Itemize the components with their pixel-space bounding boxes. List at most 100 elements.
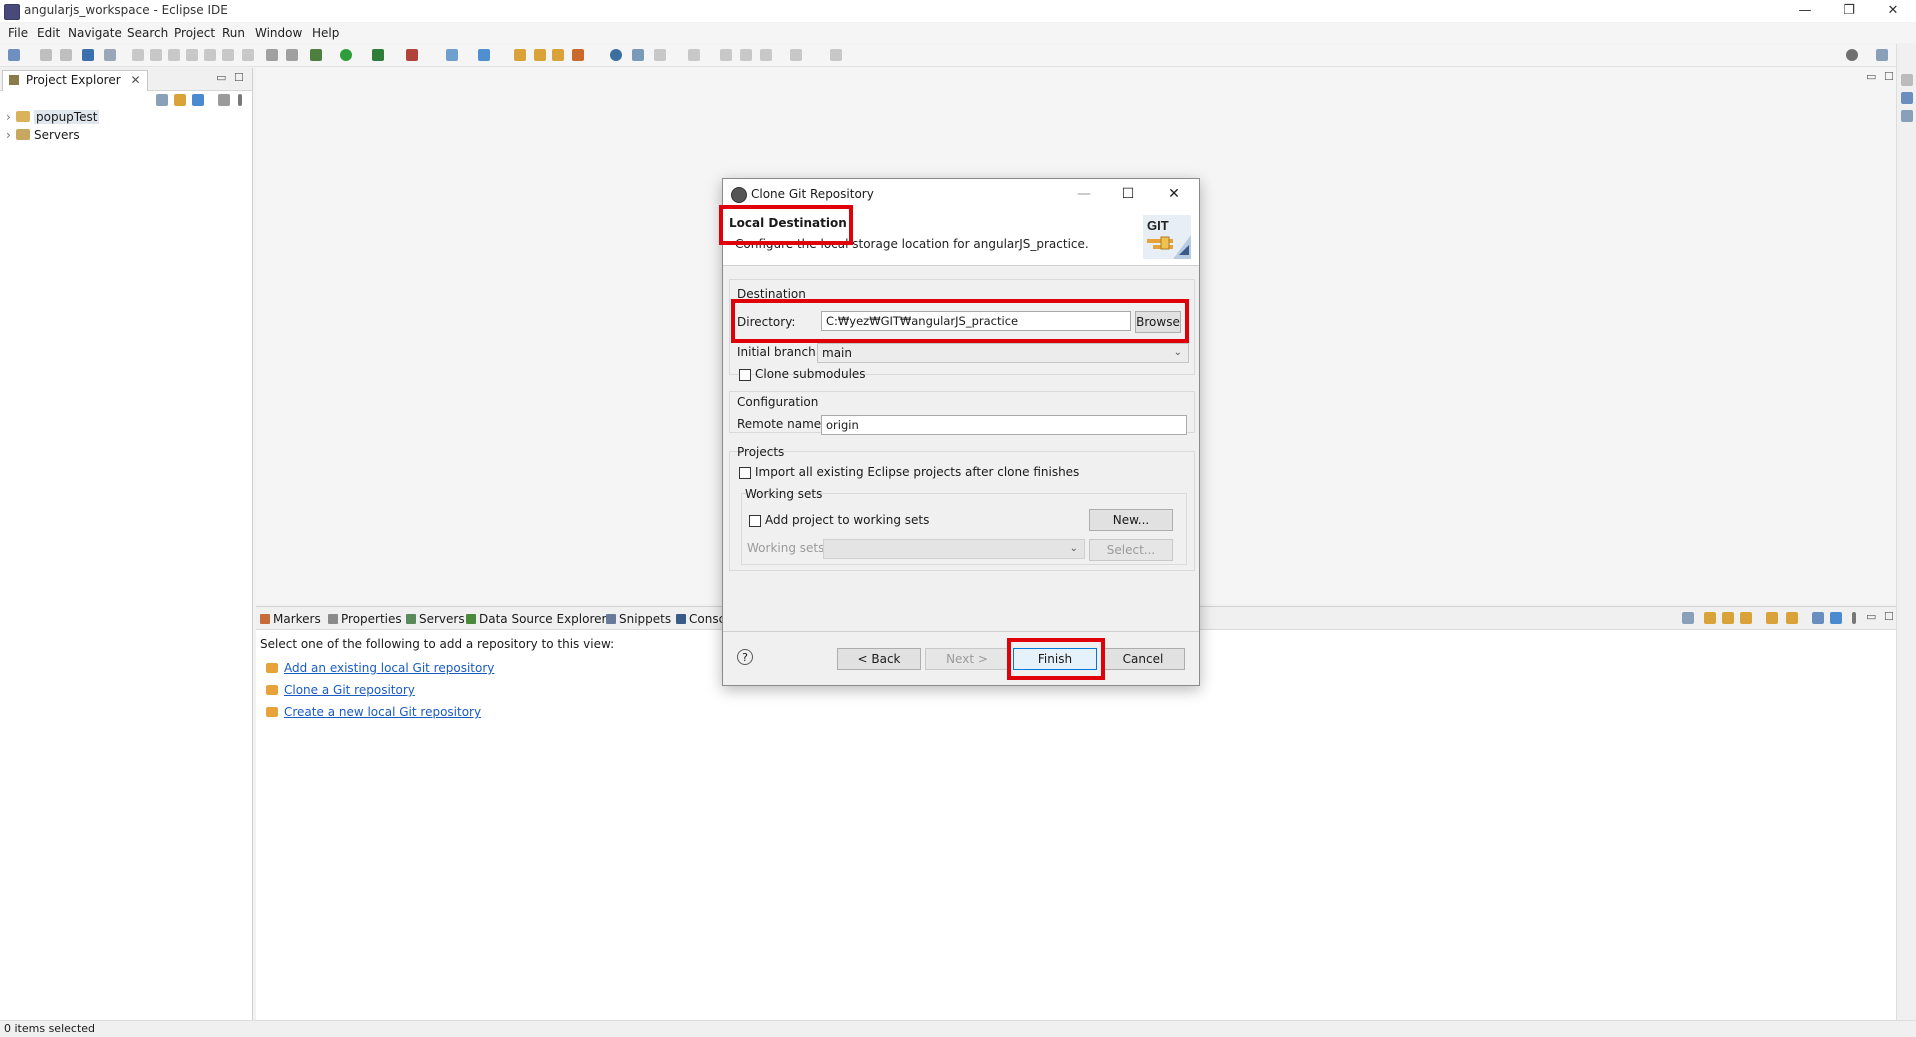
open-folder-icon[interactable] (552, 49, 564, 61)
save-all-icon[interactable] (60, 49, 72, 61)
step-return-icon[interactable] (242, 49, 254, 61)
forward-nav-icon[interactable] (760, 49, 772, 61)
menu-window[interactable]: Window (255, 26, 302, 40)
menu-edit[interactable]: Edit (37, 26, 60, 40)
save-icon[interactable] (40, 49, 52, 61)
suspend-icon[interactable] (150, 49, 162, 61)
menu-file[interactable]: File (8, 26, 28, 40)
coverage-icon[interactable] (266, 49, 278, 61)
terminal-icon[interactable] (82, 49, 94, 61)
hierarchy-icon[interactable] (1812, 612, 1824, 624)
restore-button[interactable]: ❐ (1826, 0, 1872, 22)
search-icon[interactable] (1846, 49, 1858, 61)
collapse-all-icon[interactable] (1682, 612, 1694, 624)
last-edit-icon[interactable] (720, 49, 732, 61)
maximize-editor-icon[interactable]: ☐ (1884, 70, 1894, 83)
tab-data-source-explorer[interactable]: Data Source Explorer (466, 610, 606, 628)
collapse-all-icon[interactable] (156, 94, 168, 106)
globe-icon[interactable] (610, 49, 622, 61)
clone-repo-link[interactable]: Clone a Git repository (266, 683, 415, 697)
refresh-icon[interactable] (1766, 612, 1778, 624)
external-tools-icon[interactable] (406, 49, 418, 61)
menu-project[interactable]: Project (174, 26, 215, 40)
disconnect-icon[interactable] (186, 49, 198, 61)
trim-icon[interactable] (1901, 92, 1913, 104)
resume-icon[interactable] (132, 49, 144, 61)
remote-name-input[interactable]: origin (821, 415, 1187, 435)
menu-help[interactable]: Help (312, 26, 339, 40)
new-working-set-button[interactable]: New... (1089, 509, 1173, 531)
menu-search[interactable]: Search (127, 26, 168, 40)
run-icon[interactable] (340, 49, 352, 61)
dialog-maximize-button[interactable]: ☐ (1113, 183, 1143, 205)
project-explorer-tab[interactable]: Project Explorer ✕ (2, 70, 148, 91)
menu-run[interactable]: Run (222, 26, 245, 40)
tab-snippets[interactable]: Snippets (606, 610, 671, 628)
clone-repo-icon[interactable] (1722, 612, 1734, 624)
back-button[interactable]: < Back (837, 648, 921, 670)
pin-editor-icon[interactable] (830, 49, 842, 61)
annotation-icon[interactable] (632, 49, 644, 61)
new-server-icon[interactable] (446, 49, 458, 61)
tree-item-popuptest[interactable]: › popupTest (6, 108, 100, 126)
expand-icon[interactable]: › (6, 126, 16, 144)
minimize-view-icon[interactable]: ▭ (1866, 610, 1876, 623)
dialog-close-button[interactable]: ✕ (1159, 183, 1189, 205)
dialog-minimize-button[interactable]: — (1069, 183, 1099, 205)
open-perspective-icon[interactable] (1876, 49, 1888, 61)
nav-forward-icon[interactable] (790, 49, 802, 61)
new-icon[interactable] (8, 49, 20, 61)
maximize-view-icon[interactable]: ☐ (1884, 610, 1894, 623)
tab-servers[interactable]: Servers (406, 610, 465, 628)
run-tools-icon[interactable] (372, 49, 384, 61)
next-annotation-icon[interactable] (654, 49, 666, 61)
tab-console[interactable]: Consc (676, 610, 725, 628)
working-sets-select[interactable]: ⌄ (823, 539, 1085, 559)
step-into-icon[interactable] (204, 49, 216, 61)
trim-icon[interactable] (1901, 110, 1913, 122)
minimize-button[interactable]: — (1782, 0, 1828, 22)
label-icon[interactable] (1830, 612, 1842, 624)
minimize-editor-icon[interactable]: ▭ (1866, 70, 1876, 83)
tab-properties[interactable]: Properties (328, 610, 402, 628)
create-repo-link[interactable]: Create a new local Git repository (266, 705, 481, 719)
add-to-working-sets-checkbox[interactable] (749, 515, 761, 527)
tab-markers[interactable]: Markers (260, 610, 321, 628)
back-nav-icon[interactable] (740, 49, 752, 61)
next-button[interactable]: Next > (925, 648, 1009, 670)
help-icon[interactable]: ? (737, 649, 753, 665)
terminate-icon[interactable] (168, 49, 180, 61)
view-menu-icon[interactable] (238, 94, 242, 106)
view-menu-icon[interactable] (1852, 612, 1856, 624)
prev-annotation-icon[interactable] (688, 49, 700, 61)
select-working-sets-button[interactable]: Select... (1089, 539, 1173, 561)
debug-icon[interactable] (310, 49, 322, 61)
maximize-view-icon[interactable]: ☐ (234, 71, 244, 84)
button-bar-separator (723, 631, 1199, 632)
add-repo-icon[interactable] (1704, 612, 1716, 624)
step-over-icon[interactable] (222, 49, 234, 61)
open-type-icon[interactable] (514, 49, 526, 61)
tasks-icon[interactable] (286, 49, 298, 61)
new-web-icon[interactable] (478, 49, 490, 61)
close-window-button[interactable]: ✕ (1870, 0, 1916, 22)
create-repo-icon[interactable] (1740, 612, 1752, 624)
add-existing-repo-link[interactable]: Add an existing local Git repository (266, 661, 494, 675)
search-tool-icon[interactable] (572, 49, 584, 61)
close-icon[interactable]: ✕ (131, 73, 141, 87)
link-editor-icon[interactable] (174, 94, 186, 106)
filter-icon[interactable] (192, 94, 204, 106)
cancel-button[interactable]: Cancel (1101, 648, 1185, 670)
tree-item-servers[interactable]: › Servers (6, 126, 80, 144)
menu-navigate[interactable]: Navigate (68, 26, 122, 40)
initial-branch-select[interactable]: main ⌄ (817, 343, 1189, 363)
link-icon[interactable] (1786, 612, 1798, 624)
import-projects-checkbox[interactable] (739, 467, 751, 479)
open-task-icon[interactable] (534, 49, 546, 61)
expand-icon[interactable]: › (6, 108, 16, 126)
clone-submodules-checkbox[interactable] (739, 369, 751, 381)
skip-breakpoints-icon[interactable] (104, 49, 116, 61)
trim-icon[interactable] (1901, 74, 1913, 86)
focus-icon[interactable] (218, 94, 230, 106)
minimize-view-icon[interactable]: ▭ (216, 71, 226, 84)
